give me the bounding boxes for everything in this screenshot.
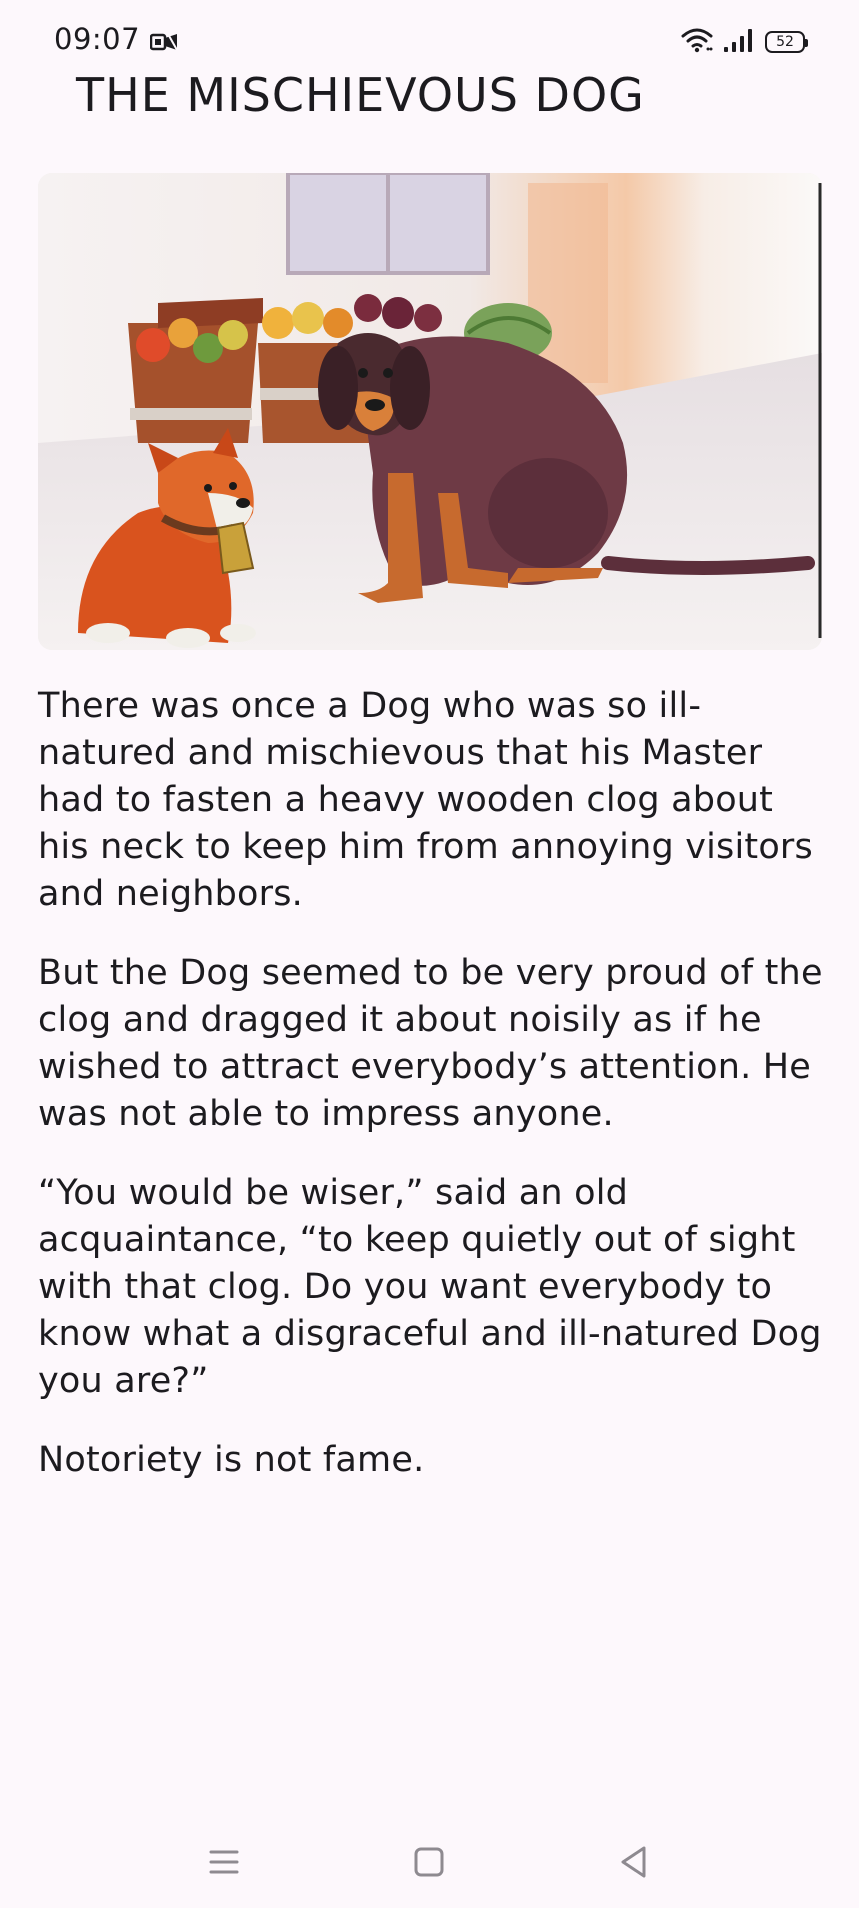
- back-icon: [618, 1845, 650, 1883]
- story-paragraph-2: But the Dog seemed to be very proud of t…: [38, 953, 823, 1134]
- signal-icon: [723, 28, 755, 56]
- battery-icon: 52: [765, 31, 808, 53]
- page-title: THE MISCHIEVOUS DOG: [76, 68, 645, 122]
- story-paragraph-1: There was once a Dog who was so ill-natu…: [38, 686, 813, 914]
- home-icon: [413, 1846, 445, 1882]
- home-button[interactable]: [403, 1838, 455, 1890]
- back-button[interactable]: [608, 1838, 660, 1890]
- status-time: 09:07: [54, 22, 141, 56]
- story-moral: Notoriety is not fame.: [38, 1440, 425, 1480]
- notification-icon: [149, 32, 178, 52]
- menu-icon: [208, 1847, 240, 1881]
- menu-button[interactable]: [198, 1838, 250, 1890]
- story-paragraph-3: “You would be wiser,” said an old acquai…: [38, 1173, 822, 1401]
- wifi-icon: [681, 27, 713, 57]
- story-body: There was once a Dog who was so ill-natu…: [38, 683, 828, 1516]
- navigation-bar: [0, 1820, 859, 1908]
- dogs-illustration: [38, 173, 822, 650]
